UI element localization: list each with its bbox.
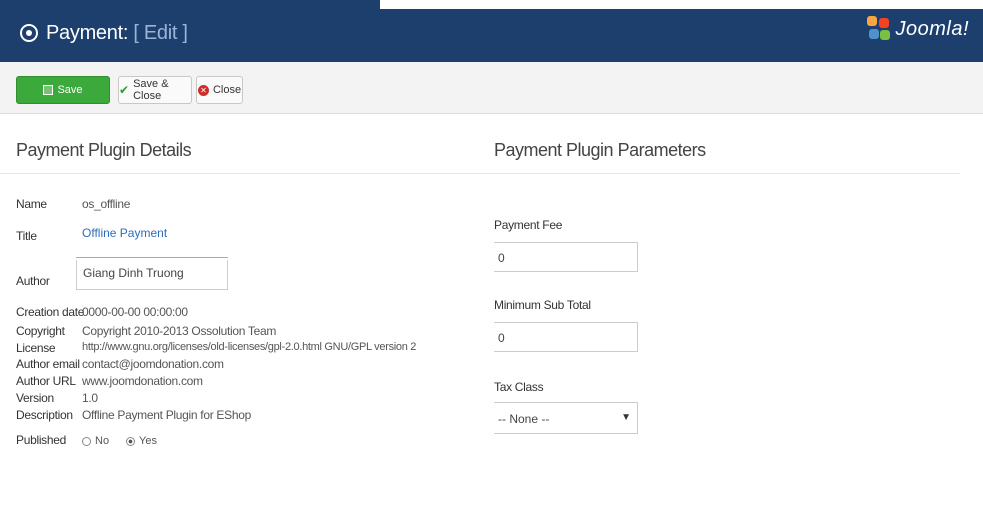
- parameters-divider: [488, 173, 960, 174]
- save-button[interactable]: Save: [16, 76, 110, 104]
- check-icon: ✔: [119, 83, 130, 97]
- author-url-value: www.joomdonation.com: [82, 374, 203, 388]
- page-title-mode: [ Edit ]: [133, 22, 188, 44]
- payment-fee-label: Payment Fee: [494, 218, 563, 232]
- title-label: Title: [16, 229, 37, 243]
- name-value: os_offline: [82, 197, 131, 211]
- save-close-button[interactable]: ✔ Save & Close: [118, 76, 192, 104]
- title-input[interactable]: Offline Payment: [76, 220, 228, 258]
- author-label: Author: [16, 274, 50, 288]
- description-label: Description: [16, 408, 73, 422]
- published-no-radio[interactable]: No: [82, 435, 109, 447]
- min-subtotal-input[interactable]: 0: [494, 322, 638, 352]
- joomla-logo-text: Joomla!: [895, 17, 969, 40]
- version-value: 1.0: [82, 391, 98, 405]
- creation-date-value: 0000-00-00 00:00:00: [82, 305, 188, 319]
- published-yes-label: Yes: [139, 435, 157, 447]
- page-title: Payment: [ Edit ]: [46, 22, 188, 45]
- author-url-label: Author URL: [16, 374, 76, 388]
- copyright-value: Copyright 2010-2013 Ossolution Team: [82, 324, 277, 338]
- close-icon: ✕: [197, 84, 209, 96]
- creation-date-label: Creation date: [16, 305, 85, 319]
- header-bar: Payment: [ Edit ] Joomla!: [0, 0, 983, 62]
- parameters-heading: Payment Plugin Parameters: [494, 140, 706, 160]
- published-no-label: No: [95, 435, 110, 447]
- radio-no-dot: [82, 436, 91, 446]
- page-title-main: Payment:: [46, 22, 129, 44]
- published-label: Published: [16, 433, 67, 447]
- details-heading: Payment Plugin Details: [16, 140, 192, 160]
- payment-fee-input[interactable]: 0: [494, 242, 638, 272]
- min-subtotal-label: Minimum Sub Total: [494, 298, 591, 312]
- page: Payment: [ Edit ] Joomla! Save ✔ Save & …: [0, 0, 983, 520]
- joomla-logo[interactable]: Joomla!: [867, 16, 969, 42]
- save-close-button-label: Save & Close: [133, 78, 169, 102]
- published-yes-radio[interactable]: Yes: [126, 435, 157, 447]
- copyright-label: Copyright: [16, 324, 65, 338]
- tax-class-selected: -- None --: [498, 412, 550, 426]
- author-input[interactable]: Giang Dinh Truong: [76, 260, 228, 290]
- save-button-label: Save: [57, 84, 83, 96]
- license-value: http://www.gnu.org/licenses/old-licenses…: [82, 341, 417, 353]
- target-icon: [20, 24, 38, 42]
- header-top-strip: [380, 0, 983, 9]
- joomla-logo-icon: [867, 16, 891, 42]
- author-email-label: Author email: [16, 357, 80, 371]
- version-label: Version: [16, 391, 54, 405]
- radio-yes-dot: [126, 436, 135, 446]
- details-divider: [0, 173, 488, 174]
- chevron-down-icon: ▼: [621, 412, 631, 423]
- tax-class-label: Tax Class: [494, 380, 544, 394]
- close-button-label: Close: [212, 84, 242, 96]
- close-button[interactable]: ✕ Close: [196, 76, 243, 104]
- tax-class-select[interactable]: -- None -- ▼: [494, 402, 638, 434]
- save-icon: [43, 85, 54, 95]
- toolbar: Save ✔ Save & Close ✕ Close: [0, 62, 983, 114]
- name-label: Name: [16, 197, 47, 211]
- license-label: License: [16, 341, 56, 355]
- description-value: Offline Payment Plugin for EShop: [82, 408, 251, 422]
- author-email-value: contact@joomdonation.com: [82, 357, 224, 371]
